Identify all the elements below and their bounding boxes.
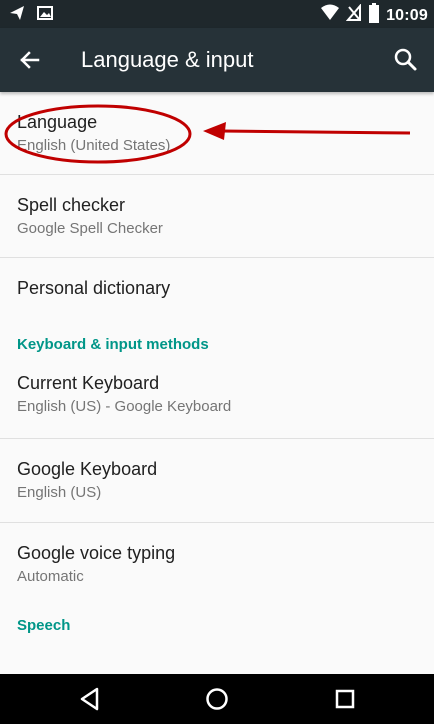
category-keyboard-input: Keyboard & input methods: [0, 322, 434, 368]
no-sim-icon: [345, 3, 362, 27]
nav-recents-button[interactable]: [330, 684, 360, 714]
status-bar: 10:09: [0, 0, 434, 28]
back-triangle-icon: [75, 687, 105, 718]
pref-google-keyboard[interactable]: Google Keyboard English (US): [0, 439, 434, 523]
page-title: Language & input: [81, 47, 254, 72]
pref-title: Language: [17, 112, 98, 132]
category-speech: Speech: [0, 605, 434, 655]
navigation-bar: [0, 674, 434, 724]
home-circle-icon: [202, 688, 232, 718]
nav-home-button[interactable]: [202, 684, 232, 714]
battery-icon: [368, 3, 380, 28]
pref-current-keyboard[interactable]: Current Keyboard English (US) - Google K…: [0, 368, 434, 439]
pref-title: Personal dictionary: [17, 278, 171, 298]
pref-summary: Google Spell Checker: [17, 220, 163, 237]
nav-back-button[interactable]: [75, 684, 105, 714]
pref-spell-checker[interactable]: Spell checker Google Spell Checker: [0, 175, 434, 258]
pref-summary: English (United States): [17, 137, 171, 154]
pref-title: Google Keyboard: [17, 459, 158, 479]
wifi-icon: [320, 4, 340, 27]
recents-square-icon: [330, 689, 360, 718]
pref-google-voice-typing[interactable]: Google voice typing Automatic: [0, 523, 434, 605]
search-button[interactable]: [390, 44, 422, 76]
pref-summary: English (US) - Google Keyboard: [17, 398, 232, 415]
settings-list: Language English (United States) Spell c…: [0, 92, 434, 655]
pref-title: Current Keyboard: [17, 373, 160, 393]
clock: 10:09: [386, 6, 428, 24]
pref-summary: English (US): [17, 484, 102, 501]
pref-title: Spell checker: [17, 195, 126, 215]
arrow-left-icon: [14, 51, 46, 80]
pref-personal-dictionary[interactable]: Personal dictionary: [0, 258, 434, 322]
send-icon: [8, 4, 26, 27]
back-button[interactable]: [14, 44, 46, 76]
category-label: Speech: [17, 617, 71, 634]
pref-language[interactable]: Language English (United States): [0, 92, 434, 175]
image-icon: [36, 4, 54, 27]
pref-summary: Automatic: [17, 568, 84, 585]
search-icon: [390, 48, 422, 80]
app-bar: Language & input: [0, 28, 434, 92]
pref-title: Google voice typing: [17, 543, 176, 563]
category-label: Keyboard & input methods: [17, 336, 209, 353]
